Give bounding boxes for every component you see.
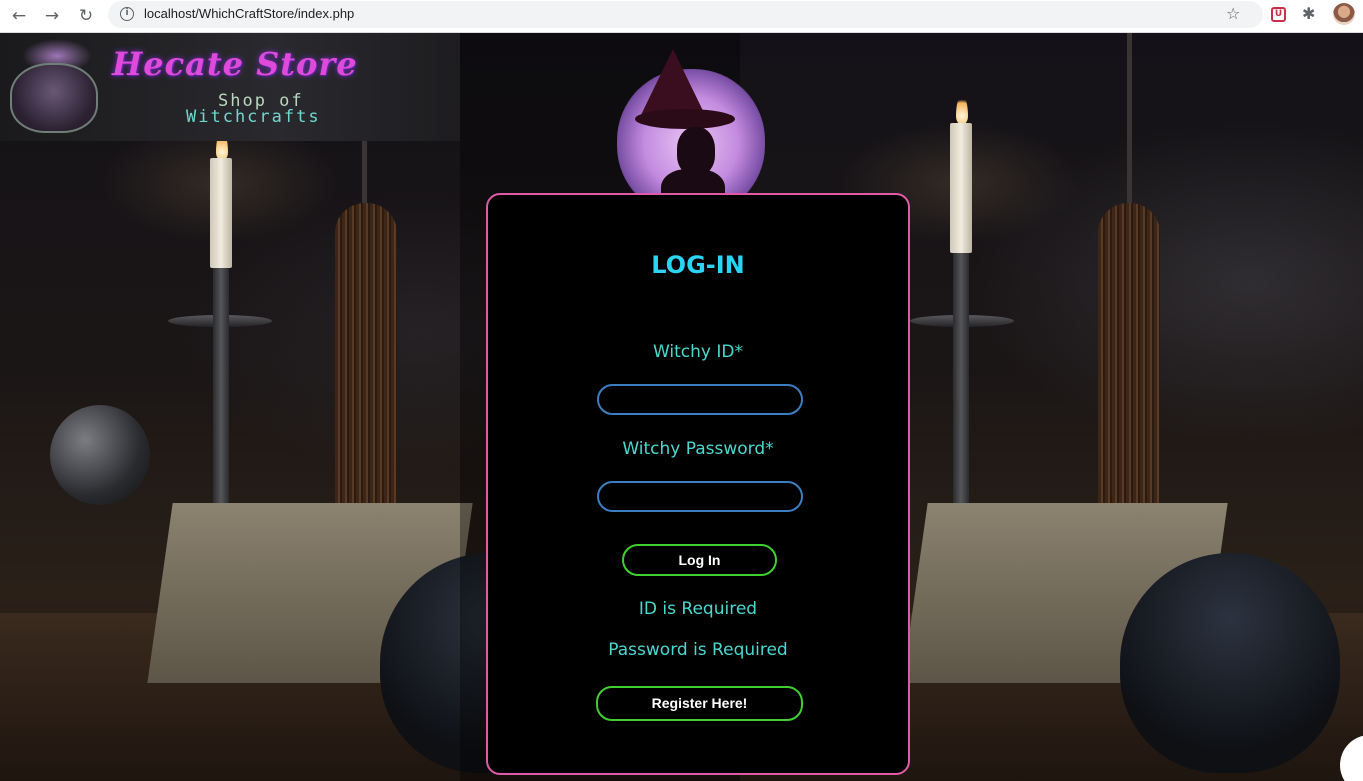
id-required-message: ID is Required xyxy=(638,599,758,619)
candle-stand xyxy=(213,268,229,518)
login-card: LOG-IN Witchy ID* Witchy Password* Log I… xyxy=(486,193,910,775)
candle xyxy=(950,123,972,253)
cauldron-logo-icon xyxy=(10,63,98,133)
url-text[interactable]: localhost/WhichCraftStore/index.php xyxy=(144,6,354,21)
candle xyxy=(210,158,232,268)
candle-stand xyxy=(953,253,969,518)
witchy-password-input[interactable] xyxy=(597,481,803,512)
store-logo[interactable]: Hecate Store Shop of Witchcrafts xyxy=(0,33,460,141)
login-button[interactable]: Log In xyxy=(622,544,777,576)
candle-flame xyxy=(956,95,968,125)
broom xyxy=(1098,203,1160,523)
witch-avatar-image xyxy=(617,49,765,217)
browser-toolbar: ← → ↻ i localhost/WhichCraftStore/index.… xyxy=(0,0,1363,33)
back-arrow-icon[interactable]: ← xyxy=(8,5,30,27)
address-bar[interactable]: i localhost/WhichCraftStore/index.php ☆ xyxy=(108,1,1263,28)
witch-silhouette-head xyxy=(677,127,715,175)
forward-arrow-icon[interactable]: → xyxy=(41,5,63,27)
password-required-message: Password is Required xyxy=(608,640,788,660)
store-subtitle-line2: Witchcrafts xyxy=(186,107,321,127)
reload-icon[interactable]: ↻ xyxy=(75,5,97,27)
profile-avatar[interactable] xyxy=(1333,3,1355,25)
site-info-icon[interactable]: i xyxy=(120,7,134,21)
witchy-id-label: Witchy ID* xyxy=(652,342,743,362)
register-button[interactable]: Register Here! xyxy=(596,686,803,721)
cauldron xyxy=(1120,553,1340,773)
login-title: LOG-IN xyxy=(651,251,745,279)
extensions-puzzle-icon[interactable]: ✱ xyxy=(1302,4,1315,23)
witch-hat-brim xyxy=(635,109,735,129)
extension-badge-icon[interactable]: U xyxy=(1271,7,1286,22)
crystal-orb xyxy=(50,405,150,505)
witchy-password-label: Witchy Password* xyxy=(622,439,774,459)
bookmark-star-icon[interactable]: ☆ xyxy=(1226,4,1240,23)
broom-stick xyxy=(1127,33,1132,223)
store-title: Hecate Store xyxy=(112,45,358,83)
witchy-id-input[interactable] xyxy=(597,384,803,415)
broom xyxy=(335,203,397,523)
